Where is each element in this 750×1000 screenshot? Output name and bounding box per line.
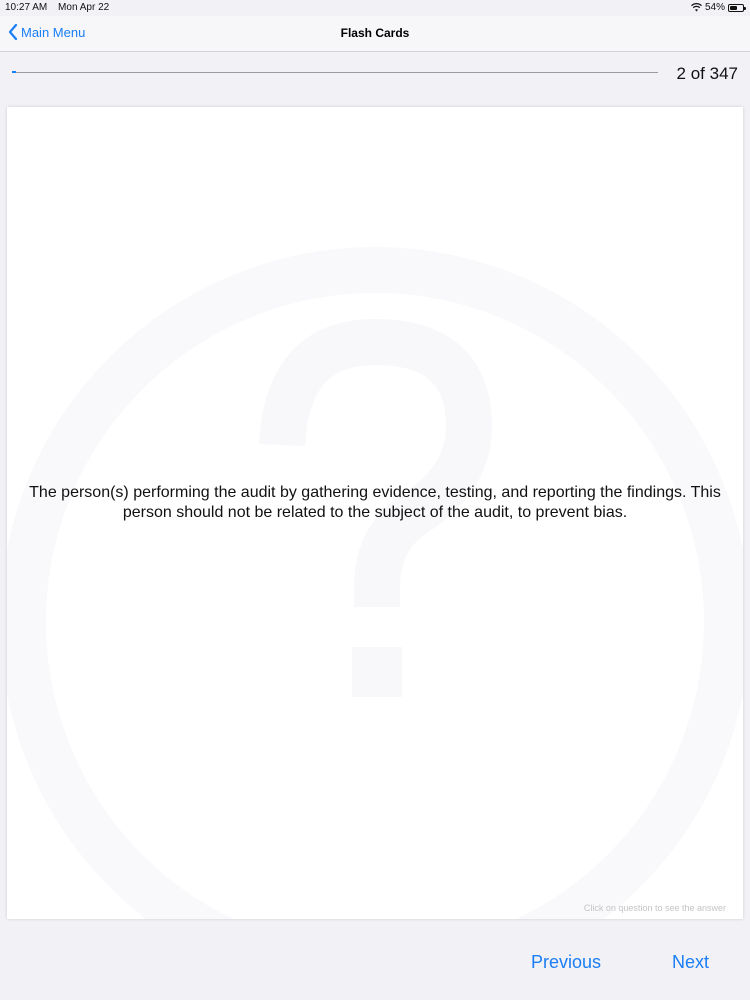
status-time: 10:27 AM: [5, 2, 48, 13]
status-date: Mon Apr 22: [58, 2, 110, 13]
battery-icon: [728, 3, 746, 12]
next-button[interactable]: Next: [672, 952, 709, 973]
previous-button[interactable]: Previous: [531, 952, 601, 973]
page-title: Flash Cards: [340, 26, 410, 40]
navigation-bar: Main Menu Flash Cards: [0, 16, 750, 52]
status-left: 10:27 AM Mon Apr 22: [5, 2, 117, 13]
flash-cards-screen: 10:27 AM Mon Apr 22 54% Main Menu Flash …: [0, 0, 750, 1000]
status-right: 54%: [691, 2, 746, 13]
progress-bar-fill: [12, 71, 16, 73]
card-question-text: The person(s) performing the audit by ga…: [29, 484, 721, 521]
card-navigation: Previous Next: [0, 940, 750, 990]
card-hint-text: Click on question to see the answer: [583, 903, 726, 913]
wifi-icon: [691, 3, 702, 12]
status-bar: 10:27 AM Mon Apr 22 54%: [0, 0, 750, 16]
battery-percentage: 54%: [704, 2, 725, 13]
progress-row: 2 of 347: [0, 52, 750, 96]
progress-bar: [12, 71, 658, 73]
flash-card[interactable]: The person(s) performing the audit by ga…: [7, 107, 743, 919]
progress-counter: 2 of 347: [676, 64, 738, 83]
